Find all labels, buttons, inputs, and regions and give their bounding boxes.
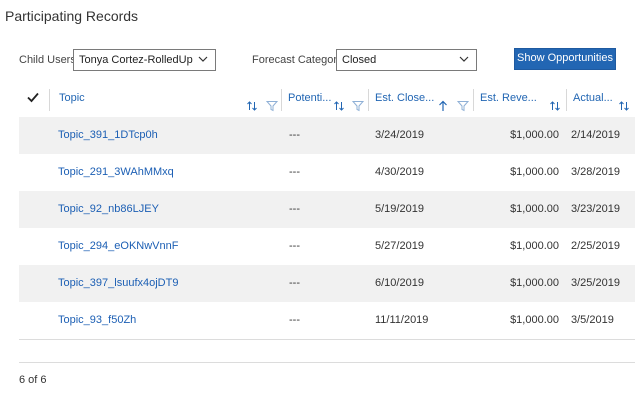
actual-close-cell: 2/25/2019	[571, 240, 620, 252]
actual-close-cell: 3/25/2019	[571, 277, 620, 289]
actual-close-cell: 3/28/2019	[571, 166, 620, 178]
column-header-topic[interactable]: Topic	[50, 81, 282, 117]
est-revenue-cell: $1,000.00	[510, 166, 559, 178]
table-row[interactable]: Topic_397_lsuufx4ojDT9 --- 6/10/2019 $1,…	[19, 265, 635, 302]
potential-cell: ---	[289, 203, 300, 215]
forecast-category-value: Closed	[342, 54, 377, 66]
column-header-label: Topic	[59, 92, 85, 104]
column-header-potential[interactable]: Potenti...	[282, 81, 368, 117]
filter-icon[interactable]	[456, 92, 470, 112]
filter-icon[interactable]	[351, 92, 365, 112]
est-revenue-cell: $1,000.00	[510, 129, 559, 141]
topic-link[interactable]: Topic_397_lsuufx4ojDT9	[58, 265, 178, 302]
table-row[interactable]: Topic_294_eOKNwVnnF --- 5/27/2019 $1,000…	[19, 228, 635, 265]
forecast-category-select[interactable]: Closed	[336, 49, 477, 71]
est-revenue-cell: $1,000.00	[510, 240, 559, 252]
column-header-est-revenue[interactable]: Est. Reve...	[474, 81, 566, 117]
actual-close-cell: 3/23/2019	[571, 203, 620, 215]
sort-ascending-icon[interactable]	[437, 92, 449, 111]
column-header-est-close[interactable]: Est. Close...	[369, 81, 473, 117]
actual-close-cell: 2/14/2019	[571, 129, 620, 141]
topic-link[interactable]: Topic_93_f50Zh	[58, 302, 136, 339]
potential-cell: ---	[289, 166, 300, 178]
forecast-category-label: Forecast Category	[252, 54, 343, 66]
est-revenue-cell: $1,000.00	[510, 314, 559, 326]
est-close-cell: 11/11/2019	[375, 314, 429, 326]
est-close-cell: 3/24/2019	[375, 129, 424, 141]
potential-cell: ---	[289, 277, 300, 289]
select-all-checkmark-icon[interactable]	[26, 90, 40, 104]
table-row[interactable]: Topic_92_nb86LJEY --- 5/19/2019 $1,000.0…	[19, 191, 635, 228]
show-opportunities-button[interactable]: Show Opportunities	[514, 48, 616, 70]
actual-close-cell: 3/5/2019	[571, 314, 614, 326]
sort-icon[interactable]	[333, 92, 345, 111]
records-grid: Topic Potenti... Est. Close... Est. Reve…	[19, 81, 635, 339]
page-title: Participating Records	[5, 8, 139, 24]
column-header-label: Est. Close...	[375, 92, 435, 104]
column-header-actual[interactable]: Actual...	[567, 81, 635, 117]
topic-link[interactable]: Topic_291_3WAhMMxq	[58, 154, 174, 191]
topic-link[interactable]: Topic_391_1DTcp0h	[58, 117, 158, 154]
sort-icon[interactable]	[618, 92, 630, 111]
grid-header: Topic Potenti... Est. Close... Est. Reve…	[19, 81, 635, 117]
divider	[19, 362, 635, 363]
filter-icon[interactable]	[265, 92, 279, 112]
column-header-label: Actual...	[573, 92, 613, 104]
potential-cell: ---	[289, 240, 300, 252]
potential-cell: ---	[289, 129, 300, 141]
chevron-down-icon	[197, 53, 209, 65]
table-row[interactable]: Topic_291_3WAhMMxq --- 4/30/2019 $1,000.…	[19, 154, 635, 191]
est-close-cell: 5/19/2019	[375, 203, 424, 215]
est-revenue-cell: $1,000.00	[510, 203, 559, 215]
table-row[interactable]: Topic_391_1DTcp0h --- 3/24/2019 $1,000.0…	[19, 117, 635, 154]
column-header-label: Est. Reve...	[480, 92, 537, 104]
est-revenue-cell: $1,000.00	[510, 277, 559, 289]
child-users-select[interactable]: Tonya Cortez-RolledUp	[73, 49, 216, 71]
child-users-label: Child Users	[19, 54, 76, 66]
topic-link[interactable]: Topic_92_nb86LJEY	[58, 191, 159, 228]
est-close-cell: 5/27/2019	[375, 240, 424, 252]
potential-cell: ---	[289, 314, 300, 326]
record-count: 6 of 6	[19, 374, 47, 386]
divider	[19, 339, 635, 340]
est-close-cell: 6/10/2019	[375, 277, 424, 289]
table-row[interactable]: Topic_93_f50Zh --- 11/11/2019 $1,000.00 …	[19, 302, 635, 339]
child-users-value: Tonya Cortez-RolledUp	[79, 54, 193, 66]
sort-icon[interactable]	[549, 92, 561, 111]
chevron-down-icon	[458, 53, 470, 65]
column-header-label: Potenti...	[288, 92, 332, 104]
topic-link[interactable]: Topic_294_eOKNwVnnF	[58, 228, 178, 265]
est-close-cell: 4/30/2019	[375, 166, 424, 178]
sort-icon[interactable]	[246, 92, 258, 111]
